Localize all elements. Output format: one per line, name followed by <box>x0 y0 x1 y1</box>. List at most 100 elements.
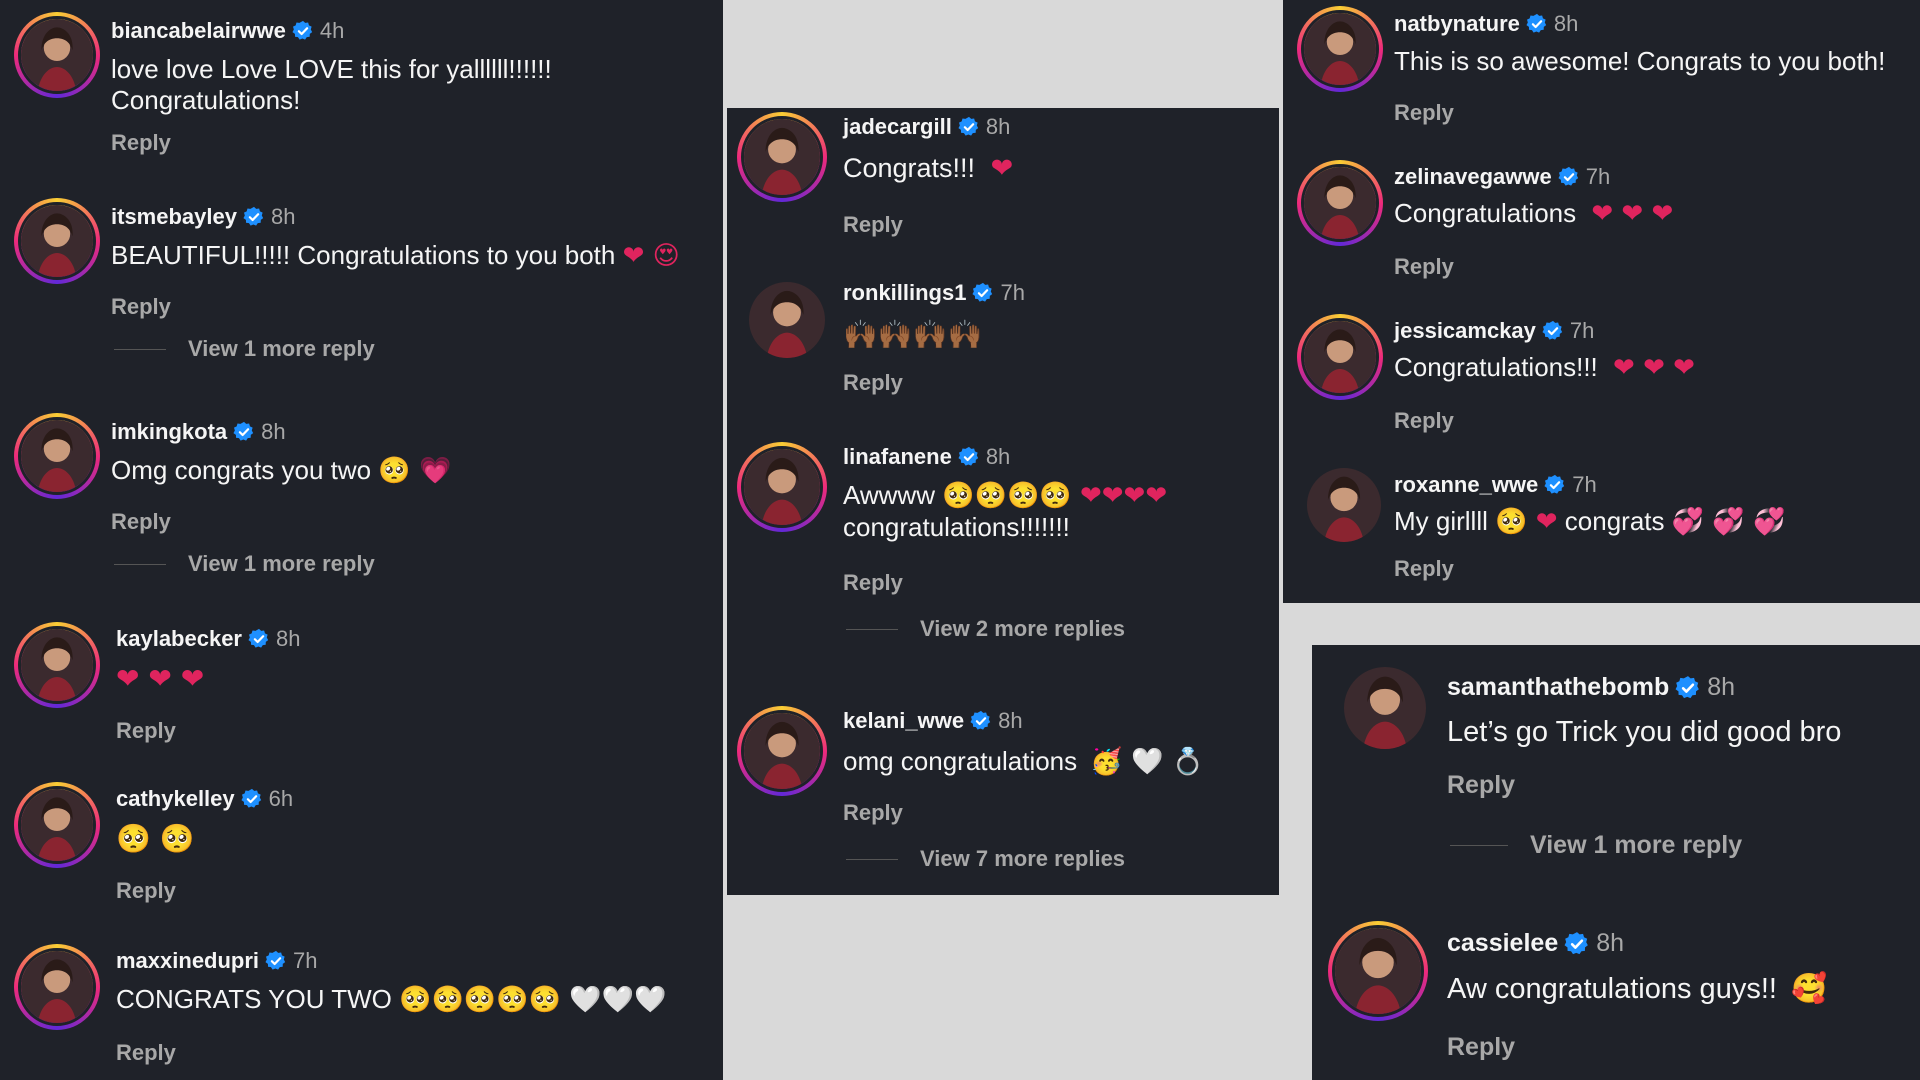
timestamp: 7h <box>1000 280 1025 305</box>
avatar[interactable] <box>14 944 100 1030</box>
divider <box>114 348 166 350</box>
username[interactable]: cassielee <box>1447 929 1558 958</box>
username[interactable]: jessicamckay <box>1394 318 1536 344</box>
verified-badge-icon <box>1542 320 1564 342</box>
heart-emoji-icon: ❤ ❤ ❤ <box>1613 353 1695 383</box>
username[interactable]: kelani_wwe <box>843 708 964 734</box>
view-more-replies[interactable]: View 1 more reply <box>114 336 375 362</box>
reply-button[interactable]: Reply <box>1394 556 1454 582</box>
avatar-portrait-icon <box>21 420 93 492</box>
timestamp: 8h <box>985 444 1011 469</box>
view-more-label: View 1 more reply <box>188 551 375 576</box>
comment-item: roxanne_wwe 7h My girllll 🥺 ❤ congrats 💞… <box>1283 462 1920 602</box>
reply-button[interactable]: Reply <box>116 718 176 744</box>
username[interactable]: imkingkota <box>111 419 227 445</box>
pleading-and-heart-emoji-icon: 🥺🥺🥺🥺 ❤❤❤❤ <box>942 481 1168 511</box>
avatar[interactable] <box>1297 314 1383 400</box>
avatar[interactable] <box>749 282 825 358</box>
reply-button[interactable]: Reply <box>843 570 903 596</box>
avatar-portrait-icon <box>1307 468 1381 542</box>
reply-button[interactable]: Reply <box>1447 771 1515 800</box>
view-more-replies[interactable]: View 1 more reply <box>114 551 375 577</box>
timestamp: 8h <box>261 419 286 444</box>
timestamp: 7h <box>1585 164 1611 189</box>
avatar-champion-icon <box>744 119 820 195</box>
reply-button[interactable]: Reply <box>843 212 903 238</box>
avatar[interactable] <box>1328 921 1428 1021</box>
verified-badge-icon <box>233 421 255 443</box>
comment-item: jessicamckay 7h Congratulations!!! ❤ ❤ ❤… <box>1283 308 1920 458</box>
comment-item: imkingkota 8h Omg congrats you two 🥺 💗 R… <box>0 405 723 595</box>
comment-text: My girllll <box>1394 506 1488 536</box>
reply-button[interactable]: Reply <box>116 878 176 904</box>
timestamp: 7h <box>1572 472 1597 497</box>
heart-emoji-icon: ❤ ❤ ❤ <box>116 662 205 695</box>
reply-button[interactable]: Reply <box>1447 1033 1515 1062</box>
comment-text: Omg congrats you two <box>111 455 372 485</box>
comment-item: kelani_wwe 8h omg congratulations 🥳 🤍 💍 … <box>727 704 1279 894</box>
username[interactable]: linafanene <box>843 444 952 470</box>
reply-button[interactable]: Reply <box>1394 408 1454 434</box>
avatar[interactable] <box>14 413 100 499</box>
avatar-champion-icon <box>21 19 93 91</box>
smiling-hearts-emoji-icon: 🥰 <box>1791 971 1828 1005</box>
comment-text: Awwww <box>843 480 935 510</box>
reply-button[interactable]: Reply <box>843 800 903 826</box>
comments-panel-1: biancabelairwwe 4h love love Love LOVE t… <box>0 0 723 1080</box>
username[interactable]: kaylabecker <box>116 626 242 652</box>
pleading-face-emoji-icon: 🥺 💗 <box>378 456 452 486</box>
avatar[interactable] <box>1297 160 1383 246</box>
reply-button[interactable]: Reply <box>1394 254 1454 280</box>
reply-button[interactable]: Reply <box>111 130 171 156</box>
avatar[interactable] <box>737 706 827 796</box>
avatar-portrait-icon <box>21 951 93 1023</box>
reply-button[interactable]: Reply <box>1394 100 1454 126</box>
avatar[interactable] <box>1307 468 1381 542</box>
comment-text: CONGRATS YOU TWO <box>116 984 392 1014</box>
username[interactable]: roxanne_wwe <box>1394 472 1538 498</box>
comment-text: omg congratulations <box>843 746 1078 776</box>
view-more-replies[interactable]: View 7 more replies <box>846 846 1125 872</box>
avatar[interactable] <box>14 622 100 708</box>
username[interactable]: natbynature <box>1394 11 1520 37</box>
comment-item: ronkillings1 7h 🙌🏾🙌🏾🙌🏾🙌🏾 Reply <box>727 274 1279 414</box>
timestamp: 8h <box>1707 673 1736 701</box>
comment-text: This is so awesome! Congrats to you both… <box>1394 46 1886 76</box>
reply-button[interactable]: Reply <box>843 370 903 396</box>
divider <box>846 628 898 630</box>
verified-badge-icon <box>1675 675 1701 701</box>
reply-button[interactable]: Reply <box>111 509 171 535</box>
avatar[interactable] <box>737 442 827 532</box>
reply-button[interactable]: Reply <box>111 294 171 320</box>
view-more-replies[interactable]: View 1 more reply <box>1450 831 1742 860</box>
username[interactable]: samanthathebomb <box>1447 673 1669 702</box>
username[interactable]: maxxinedupri <box>116 948 259 974</box>
verified-badge-icon <box>265 950 287 972</box>
timestamp: 8h <box>1596 929 1625 957</box>
verified-badge-icon <box>243 206 265 228</box>
verified-badge-icon <box>1558 166 1580 188</box>
avatar-group-icon <box>21 205 93 277</box>
avatar[interactable] <box>737 112 827 202</box>
verified-badge-icon <box>241 788 263 810</box>
avatar[interactable] <box>14 198 100 284</box>
avatar[interactable] <box>14 782 100 868</box>
username[interactable]: biancabelairwwe <box>111 18 286 44</box>
timestamp: 7h <box>1569 318 1595 343</box>
avatar[interactable] <box>1297 6 1383 92</box>
avatar[interactable] <box>1344 667 1426 749</box>
username[interactable]: jadecargill <box>843 114 952 140</box>
username[interactable]: cathykelley <box>116 786 235 812</box>
avatar-portrait-icon <box>21 629 93 701</box>
username[interactable]: ronkillings1 <box>843 280 966 306</box>
avatar-portrait-icon <box>744 449 820 525</box>
username[interactable]: itsmebayley <box>111 204 237 230</box>
username[interactable]: zelinavegawwe <box>1394 164 1552 190</box>
timestamp: 8h <box>270 204 296 229</box>
comment-text: Let’s go Trick you did good bro <box>1447 716 1842 748</box>
view-more-replies[interactable]: View 2 more replies <box>846 616 1125 642</box>
view-more-label: View 7 more replies <box>920 846 1126 871</box>
avatar[interactable] <box>14 12 100 98</box>
reply-button[interactable]: Reply <box>116 1040 176 1066</box>
timestamp: 8h <box>998 708 1023 733</box>
